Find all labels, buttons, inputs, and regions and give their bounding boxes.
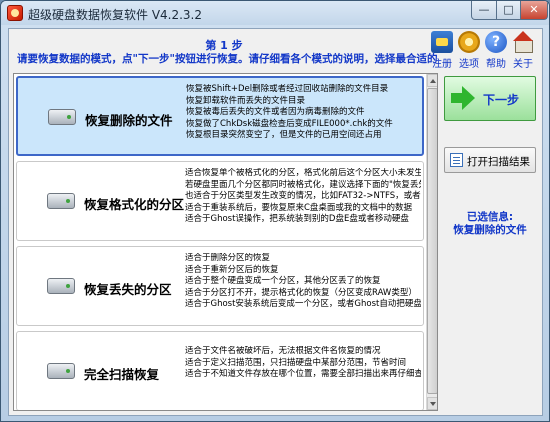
about-label: 关于	[513, 59, 533, 70]
mode-label: 完全扫描恢复	[84, 367, 160, 382]
vertical-scrollbar[interactable]	[426, 74, 437, 410]
minimize-button[interactable]: —	[471, 1, 497, 20]
selected-info-title: 已选信息:	[466, 211, 514, 223]
mode-description-line: 适合恢复单个被格式化的分区，格式化前后这个分区大小未发生	[185, 168, 421, 178]
mode-description-line: 恢复卸载软件而丢失的文件目录	[186, 95, 306, 106]
next-step-button[interactable]: 下一步	[444, 76, 536, 121]
register-label: 注册	[432, 59, 452, 70]
mode-description-line: 恢复被毒后丢失的文件或者因为病毒删除的文件	[186, 107, 365, 118]
mode-description-line: 适合于Ghost误操作，把系统装到别的D盘E盘或者移动硬盘	[185, 214, 409, 225]
options-icon	[458, 31, 480, 53]
mode-description-line: 适合于文件名被破坏后，无法根据文件名恢复的情况	[185, 346, 381, 356]
scroll-up-arrow-icon[interactable]	[427, 74, 437, 87]
help-icon: ?	[485, 31, 507, 53]
hard-disk-icon	[47, 363, 75, 383]
mode-label: 恢复格式化的分区	[84, 197, 185, 212]
mode-description-line: 适合于Ghost安装系统后变成一个分区，或者Ghost自动把硬盘分	[185, 299, 421, 310]
hard-disk-icon	[48, 109, 76, 129]
app-window: 超级硬盘数据恢复软件 V4.2.3.2 — □ ✕ 第 1 步 请要恢复数据的模…	[0, 0, 550, 422]
mode-description-line: 适合于分区打不开，提示格式化的恢复（分区变成RAW类型）	[185, 287, 417, 298]
mode-description: 适合于文件名被破坏后，无法根据文件名恢复的情况 适合于定义扫描范围，只扫描硬盘中…	[185, 346, 421, 410]
help-label: 帮助	[486, 59, 506, 70]
mode-description-line: 适合于重装系统后，要恢复原来C盘桌面或我的文档中的数据	[185, 202, 412, 213]
mode-recover-formatted[interactable]: 恢复格式化的分区 适合恢复单个被格式化的分区，格式化前后这个分区大小未发生 若硬…	[16, 161, 424, 241]
instruction-text: 请要恢复数据的模式，点"下一步"按钮进行恢复。请仔细看各个模式的说明，选择最合适…	[17, 53, 437, 65]
mode-description-line: 也适合于分区类型发生改变的情况，比如FAT32->NTFS，或者NT	[185, 191, 421, 202]
register-icon	[431, 31, 453, 53]
help-button[interactable]: ? 帮助	[483, 31, 509, 70]
open-scan-results-button[interactable]: 打开扫描结果	[444, 147, 536, 173]
mode-label: 恢复删除的文件	[85, 113, 173, 128]
maximize-button[interactable]: □	[496, 1, 521, 20]
selected-info-value: 恢复删除的文件	[453, 224, 527, 236]
mode-description-line: 若硬盘里面几个分区都同时被格式化，建议选择下面的"恢复丢失的	[185, 179, 421, 190]
open-scan-results-label: 打开扫描结果	[467, 156, 530, 168]
mode-description-line: 适合于整个硬盘变成一个分区，其他分区丢了的恢复	[185, 276, 381, 287]
window-title: 超级硬盘数据恢复软件 V4.2.3.2	[28, 8, 203, 22]
mode-description-line: 适合于不知道文件存放在哪个位置，需要全部扫描出来再仔细查	[185, 369, 421, 380]
mode-description-line: 适合于定义扫描范围，只扫描硬盘中某部分范围，节省时间	[185, 357, 407, 368]
arrow-right-icon	[451, 86, 475, 110]
next-step-label: 下一步	[483, 93, 520, 107]
register-button[interactable]: 注册	[429, 31, 455, 70]
mode-recover-deleted[interactable]: 恢复删除的文件 恢复被Shift+Del删除或者经过回收站删除的文件目录 恢复卸…	[16, 76, 424, 156]
main-client-area: 第 1 步 请要恢复数据的模式，点"下一步"按钮进行恢复。请仔细看各个模式的说明…	[8, 28, 543, 416]
mode-recover-lost-partition[interactable]: 恢复丢失的分区 适合于删除分区的恢复 适合于重新分区后的恢复 适合于整个硬盘变成…	[16, 246, 424, 326]
mode-label: 恢复丢失的分区	[84, 282, 172, 297]
about-button[interactable]: 关于	[510, 31, 536, 70]
action-panel: 下一步 打开扫描结果 已选信息: 恢复删除的文件	[440, 73, 540, 411]
mode-full-scan[interactable]: 完全扫描恢复 适合于文件名被破坏后，无法根据文件名恢复的情况 适合于定义扫描范围…	[16, 331, 424, 410]
hard-disk-icon	[47, 193, 75, 213]
mode-description: 适合于删除分区的恢复 适合于重新分区后的恢复 适合于整个硬盘变成一个分区，其他分…	[185, 253, 421, 323]
mode-description-line: 适合于删除分区的恢复	[185, 253, 271, 263]
document-icon	[450, 153, 463, 167]
mode-description-line: 恢复被Shift+Del删除或者经过回收站删除的文件目录	[186, 84, 389, 94]
selected-info: 已选信息: 恢复删除的文件	[440, 211, 540, 237]
title-bar[interactable]: 超级硬盘数据恢复软件 V4.2.3.2 — □ ✕	[1, 1, 549, 25]
about-icon	[512, 31, 534, 53]
mode-description-line: 恢复做了ChkDsk磁盘检查后变成FILE000*.chk的文件	[186, 118, 393, 129]
options-label: 选项	[459, 59, 479, 70]
app-logo-icon	[7, 5, 23, 21]
hard-disk-icon	[47, 278, 75, 298]
mode-description: 适合恢复单个被格式化的分区，格式化前后这个分区大小未发生 若硬盘里面几个分区都同…	[185, 168, 421, 238]
mode-list[interactable]: 恢复删除的文件 恢复被Shift+Del删除或者经过回收站删除的文件目录 恢复卸…	[13, 73, 438, 411]
mode-description: 恢复被Shift+Del删除或者经过回收站删除的文件目录 恢复卸载软件而丢失的文…	[186, 84, 422, 154]
mode-description-line: 适合于重新分区后的恢复	[185, 264, 279, 275]
options-button[interactable]: 选项	[456, 31, 482, 70]
close-button[interactable]: ✕	[520, 1, 548, 20]
mode-description-line: 恢复根目录突然变空了，但是文件的已用空间还占用	[186, 130, 382, 141]
scroll-down-arrow-icon[interactable]	[427, 397, 437, 410]
scroll-thumb[interactable]	[427, 88, 437, 394]
